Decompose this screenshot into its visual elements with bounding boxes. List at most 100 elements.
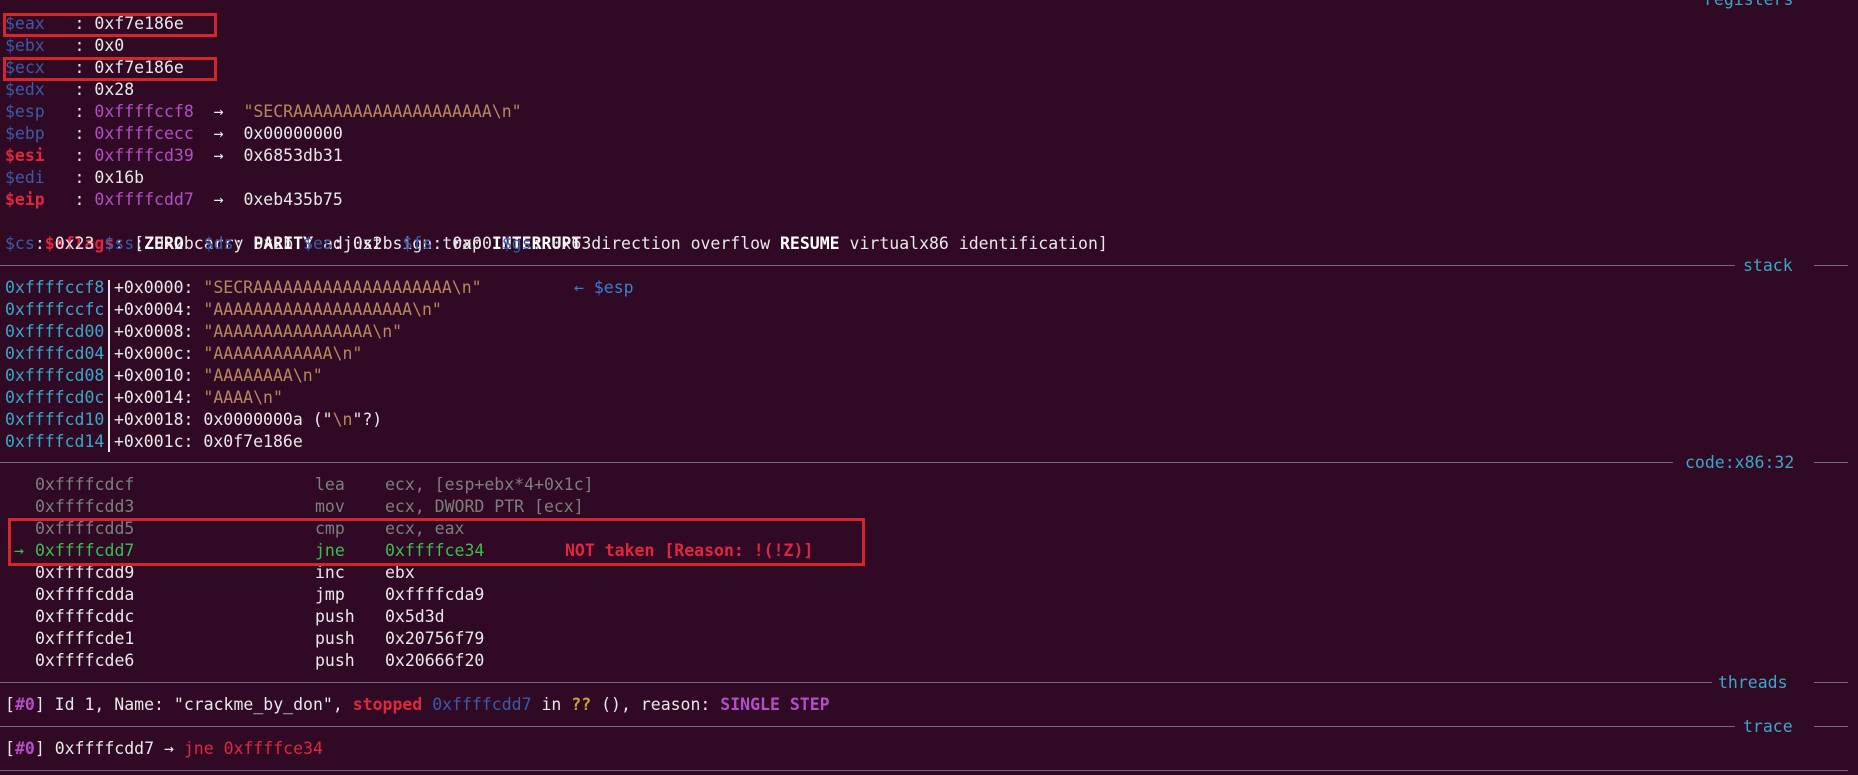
stack-address[interactable]: 0xffffcd0c (5, 387, 104, 409)
stack-offset: +0x0004: (114, 300, 194, 319)
stack-value: "AAAAAAAAAAAAAAAA\n" (203, 322, 403, 341)
code-row[interactable]: 0xffffcddc push 0x5d3d (0, 606, 860, 628)
stack-value-string: \n (332, 410, 353, 429)
register-row[interactable]: $eip : 0xffffcdd7 → 0xeb435b75 (5, 189, 343, 211)
register-name-ebx: $ebx (5, 36, 45, 55)
code-address: 0xffffcdcf (35, 475, 135, 494)
segment-value-es: 0x2b (352, 234, 393, 253)
code-address: 0xffffcde6 (35, 651, 135, 670)
trace-line[interactable]: [#0] 0xffffcdd7 → jne 0xffffce34 (5, 738, 323, 760)
stack-entry: +0x0010: "AAAAAAAA\n" (114, 365, 323, 387)
register-value-esp: 0xffffccf8 (94, 102, 194, 121)
segment-value-gs: 0x63 (551, 234, 592, 253)
register-name-ebp: $ebp (5, 124, 45, 143)
code-address: 0xffffcde1 (35, 629, 135, 648)
code-mnemonic: jmp (315, 585, 345, 604)
register-row[interactable]: $ebx : 0x0 (5, 35, 124, 57)
register-deref-esi: 0x6853db31 (243, 146, 343, 165)
register-sep: : (44, 146, 95, 165)
trace-title: trace (1737, 716, 1799, 738)
register-name-esp: $esp (5, 102, 45, 121)
trace-arrow: → (154, 739, 184, 758)
code-row[interactable]: 0xffffcdcf lea ecx, [esp+ebx*4+0x1c] (0, 474, 860, 496)
segment-value-cs: 0x23 (54, 234, 95, 253)
segment-name-es: $es (303, 234, 333, 253)
stack-entry: +0x0014: "AAAA\n" (114, 387, 283, 409)
eax-highlight-box (3, 13, 217, 37)
thread-in-text: in (531, 695, 572, 714)
trace-separator: trace (0, 716, 1858, 738)
thread-index: #0 (14, 695, 35, 714)
stack-address[interactable]: 0xffffcd10 (5, 409, 104, 431)
code-row[interactable]: 0xffffcdd3 mov ecx, DWORD PTR [ecx] (0, 496, 860, 518)
stack-entry: +0x000c: "AAAAAAAAAAAA\n" (114, 343, 362, 365)
code-operands: ecx, DWORD PTR [ecx] (385, 497, 584, 516)
stack-value: 0x0f7e186e (203, 432, 303, 451)
pointer-arrow: → (193, 190, 244, 209)
stack-offset: +0x0008: (114, 322, 194, 341)
register-row[interactable]: $esp : 0xffffccf8 → "SECRAAAAAAAAAAAAAAA… (5, 101, 522, 123)
registers-title: registers (1698, 0, 1800, 11)
segment-value-fs: 0x00 (452, 234, 492, 253)
stack-entry: +0x001c: 0x0f7e186e (114, 431, 303, 453)
register-row[interactable]: $edx : 0x28 (5, 79, 134, 101)
register-sep: : (44, 102, 95, 121)
stack-address[interactable]: 0xffffcd14 (5, 431, 104, 453)
branch-highlight-box (8, 518, 865, 566)
thread-status: stopped (352, 695, 423, 714)
trace-address: 0xffffcdd7 (54, 739, 155, 758)
register-value-edx: 0x28 (94, 80, 135, 99)
code-row[interactable]: 0xffffcde6 push 0x20666f20 (0, 650, 860, 672)
stack-offset: +0x0018: (114, 410, 194, 429)
flag-virtualx86: virtualx86 (849, 234, 949, 253)
flag-direction: direction (591, 234, 681, 253)
code-operands: 0x20756f79 (385, 629, 485, 648)
thread-reason-label: (), reason: (591, 695, 721, 714)
register-value-ebx: 0x0 (94, 36, 125, 55)
stack-value: 0x0000000a (" (203, 410, 333, 429)
stack-value: "AAAAAAAA\n" (203, 366, 323, 385)
thread-address: 0xffffcdd7 (432, 695, 532, 714)
register-value-esi: 0xffffcd39 (94, 146, 194, 165)
register-row[interactable]: $ebp : 0xffffcecc → 0x00000000 (5, 123, 343, 145)
pointer-arrow: → (193, 102, 244, 121)
thread-line[interactable]: [#0] Id 1, Name: "crackme_by_don", stopp… (5, 694, 830, 716)
code-row[interactable]: 0xffffcdda jmp 0xffffcda9 (0, 584, 860, 606)
thread-reason: SINGLE STEP (720, 695, 830, 714)
eflags-suffix: ] (1097, 234, 1108, 253)
pointer-arrow: → (193, 124, 244, 143)
stack-entry: +0x0008: "AAAAAAAAAAAAAAAA\n" (114, 321, 402, 343)
stack-value: "AAAAAAAAAAAAAAAAAAAA\n" (203, 300, 442, 319)
stack-separator: stack (0, 255, 1858, 277)
stack-address[interactable]: 0xffffccfc (5, 299, 104, 321)
stack-address[interactable]: 0xffffccf8 (5, 277, 104, 299)
code-mnemonic: push (315, 607, 355, 626)
ecx-highlight-box (3, 57, 217, 81)
register-name-eip: $eip (5, 190, 45, 209)
code-mnemonic: lea (315, 475, 345, 494)
segment-name-ds: $ds (203, 234, 234, 253)
register-sep: : (44, 80, 95, 99)
code-address: 0xffffcddc (35, 607, 135, 626)
bottom-separator (0, 760, 1858, 775)
stack-entry: +0x0018: 0x0000000a ("\n"?) (114, 409, 382, 431)
code-operands: ecx, [esp+ebx*4+0x1c] (385, 475, 594, 494)
threads-separator: threads (0, 672, 1858, 694)
thread-info: Id 1, Name: "crackme_by_don", (44, 695, 353, 714)
register-deref-esp: "SECRAAAAAAAAAAAAAAAAAAAA\n" (243, 102, 522, 121)
code-separator: code:x86:32 (0, 452, 1858, 474)
code-row[interactable]: 0xffffcde1 push 0x20756f79 (0, 628, 860, 650)
stack-address[interactable]: 0xffffcd04 (5, 343, 104, 365)
stack-address[interactable]: 0xffffcd00 (5, 321, 104, 343)
eflags-line: $eflags: [ZERO carry PARITY adjust sign … (5, 211, 1108, 253)
stack-address[interactable]: 0xffffcd08 (5, 365, 104, 387)
code-mnemonic: push (315, 651, 355, 670)
register-sep: : (44, 168, 95, 187)
stack-divider (108, 280, 110, 452)
code-operands: 0xffffcda9 (385, 585, 485, 604)
stack-offset: +0x0000: (114, 278, 194, 297)
register-row[interactable]: $esi : 0xffffcd39 → 0x6853db31 (5, 145, 343, 167)
segment-name-fs: $fs (402, 234, 433, 253)
register-row[interactable]: $edi : 0x16b (5, 167, 144, 189)
code-address: 0xffffcdd3 (35, 497, 135, 516)
